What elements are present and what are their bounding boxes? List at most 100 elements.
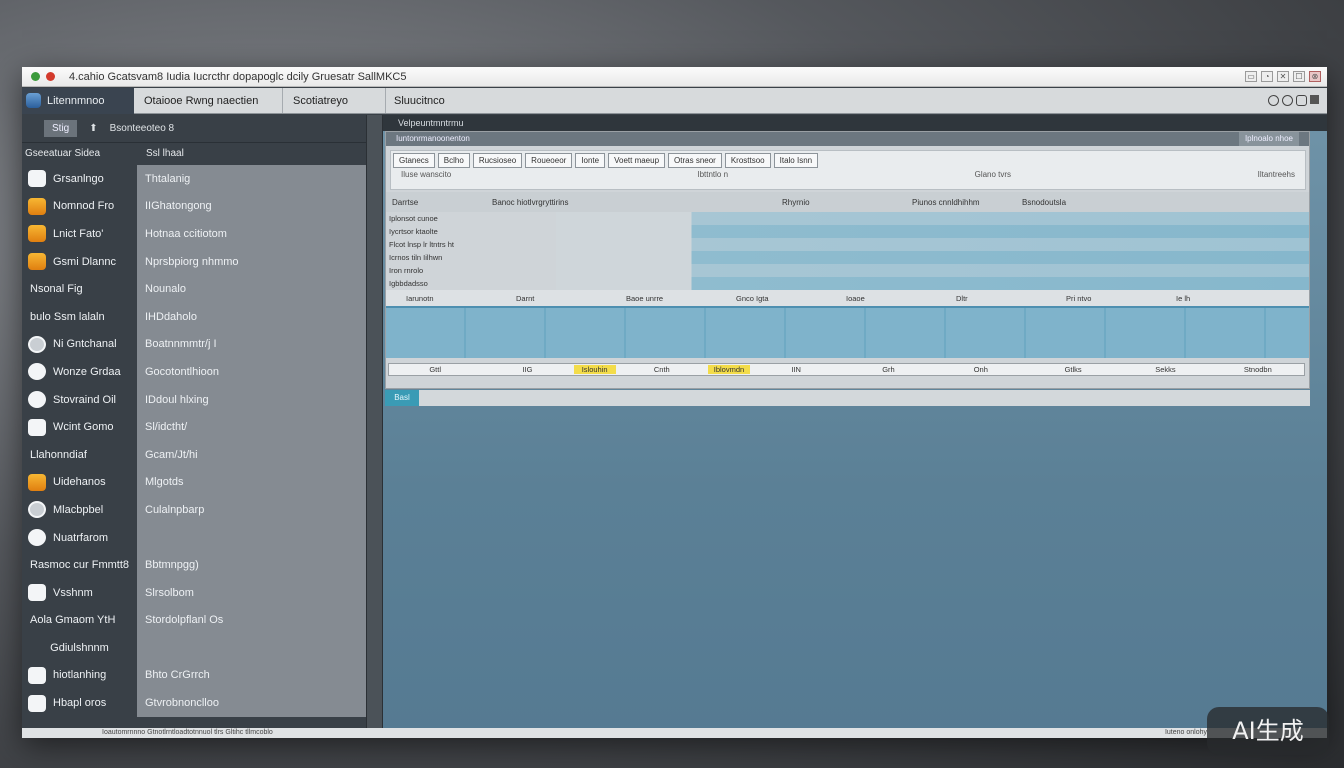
breadcrumb[interactable]: Sluucitnco (386, 95, 445, 107)
table-row[interactable]: Igbbdadsso (386, 277, 1309, 290)
main-topbar: Velpeuntmntrmu (383, 115, 1327, 131)
sidebar-item-value: Thtalanig (137, 165, 366, 193)
sidebar-item-value: Gocotontlhioon (137, 358, 366, 386)
maximize-button[interactable]: ☐ (1293, 71, 1305, 82)
sidebar-item-label: bulo Ssm lalaln (30, 310, 105, 323)
footer-cell[interactable]: Sekks (1119, 365, 1211, 374)
sidebar-item-label: Hbapl oros (53, 697, 107, 710)
item-icon (28, 225, 46, 243)
status-tag[interactable]: Basl (385, 390, 419, 406)
minimize-button[interactable]: ▭ (1245, 71, 1257, 82)
sidebar-item[interactable]: Wcint Gomo Sl/idctht/ (22, 413, 366, 441)
footer-cell[interactable]: Islouhin (573, 365, 616, 374)
sidebar-item[interactable]: Mlacbpbel Culalnpbarp (22, 496, 366, 524)
app-logo[interactable]: Litennmnoo (22, 87, 134, 114)
footer-cell[interactable]: Cnth (616, 365, 708, 374)
table-row[interactable]: Iycrtsor ktaolte (386, 225, 1309, 238)
sidebar-item[interactable]: Nuatrfarom (22, 523, 366, 552)
filter-button[interactable]: Roueoeor (525, 153, 573, 168)
filter-button[interactable]: Bclho (437, 153, 470, 168)
item-icon (28, 253, 46, 271)
footer-cell[interactable]: Iblovmdn (707, 365, 750, 374)
sidebar-col-value[interactable]: Ssl lhaal (138, 148, 184, 159)
sidebar-item[interactable]: Uidehanos Mlgotds (22, 468, 366, 497)
refresh-icon[interactable] (1296, 95, 1307, 106)
sidebar-item[interactable]: bulo Ssm lalaln IHDdaholo (22, 302, 366, 331)
tab-primary[interactable]: Otaiooe Rwng naectien (134, 88, 283, 113)
main-statusbar: Basl (385, 390, 1310, 406)
sidebar-item[interactable]: Nsonal Fig Nounalo (22, 275, 366, 303)
sidebar-item[interactable]: Vsshnm Slrsolbom (22, 578, 366, 607)
table-row[interactable]: Icrnos tiln Iilhwn (386, 251, 1309, 264)
filter-button[interactable]: Otras sneor (668, 153, 722, 168)
sidebar-item-value: Mlgotds (137, 468, 366, 497)
sidebar-item-name-cell: Wcint Gomo (22, 413, 137, 441)
item-icon (28, 584, 46, 602)
row-bar (556, 277, 1309, 290)
help-button[interactable]: ◔ (1261, 71, 1273, 82)
sidebar-col-name[interactable]: Gseeatuar Sidea (22, 148, 138, 159)
footer-cell[interactable]: Onh (935, 365, 1027, 374)
title-bar: 4.cahio Gcatsvam8 Iudia Iucrcthr dopapog… (22, 67, 1327, 87)
sidebar-item-label: Mlacbpbel (53, 503, 104, 516)
sidebar-item-label: Wcint Gomo (53, 421, 114, 434)
upload-icon[interactable]: ⬆ (89, 123, 97, 134)
sidebar-item[interactable]: Lnict Fato' Hotnaa ccitiotom (22, 220, 366, 248)
footer-cell[interactable]: Grh (842, 365, 934, 374)
footer-cell[interactable]: Gtlks (1027, 365, 1119, 374)
close-button[interactable]: ⊗ (1309, 71, 1321, 82)
sidebar-item[interactable]: hiotlanhing Bhto CrGrrch (22, 661, 366, 690)
filter-button[interactable]: Italo Isnn (773, 153, 819, 168)
footer-cell[interactable]: Gttl (389, 365, 481, 374)
sidebar-item-label: Nomnod Fro (53, 200, 115, 213)
logo-icon (26, 93, 41, 108)
table-row[interactable]: Iron rnrolo (386, 264, 1309, 277)
item-icon (28, 694, 46, 712)
row-label: Iron rnrolo (389, 266, 424, 275)
menu-icon[interactable] (1310, 95, 1319, 104)
status-circle-icon[interactable] (1268, 95, 1279, 106)
sidebar-item[interactable]: Nomnod Fro IIGhatongong (22, 192, 366, 221)
filter-button[interactable]: Rucsioseo (472, 153, 523, 168)
sidebar-item[interactable]: Gdiulshnnm (22, 634, 366, 662)
sidebar-tool-button[interactable]: Stig (44, 120, 78, 137)
grid-column-header[interactable]: Rhyrnio (776, 198, 906, 207)
sidebar-item[interactable]: Ni Gntchanal Boatnnmmtr/j I (22, 330, 366, 359)
grid-footer: Gttl IIG Islouhin Cnth Iblovmdn IIN Grh Onh Gtlk… (388, 363, 1305, 376)
footer-cell[interactable]: Stnodbn (1212, 365, 1304, 374)
app-icon (31, 72, 40, 81)
subheader-cell: Gnco Igta (736, 293, 769, 303)
tab-secondary[interactable]: Scotiatreyo (283, 88, 386, 113)
sidebar-item[interactable]: Stovraind Oil IDdoul hlxing (22, 385, 366, 414)
sidebar-item-name-cell: Aola Gmaom YtH (22, 606, 137, 635)
grid-column-header[interactable]: Bsnodoutsla (1016, 198, 1216, 207)
splitter-handle[interactable] (366, 115, 383, 738)
footer-cell[interactable]: IIN (750, 365, 842, 374)
table-row[interactable]: Iplonsot cunoe (386, 212, 1309, 225)
filter-button[interactable]: Voett maeup (608, 153, 666, 168)
settings-circle-icon[interactable] (1282, 95, 1293, 106)
footer-cell[interactable]: IIG (481, 365, 573, 374)
filter-button[interactable]: Krosttsoo (724, 153, 771, 168)
sidebar-item[interactable]: Llahonndiaf Gcam/Jt/hi (22, 440, 366, 469)
sidebar-item[interactable]: Gsmi Dlannc Nprsbpiorg nhmmo (22, 247, 366, 276)
table-row[interactable]: Flcot lnsp lr ltntrs ht (386, 238, 1309, 251)
sidebar-item-name-cell: Rasmoc cur Fmmtt8 (22, 551, 137, 579)
grid-column-header[interactable]: Banoc hiotlvrgryttirins (486, 198, 776, 207)
panel-action-button[interactable]: Iplnoalo nhoe (1238, 132, 1299, 146)
sidebar-item-value: IIGhatongong (137, 192, 366, 221)
sidebar-item[interactable]: Aola Gmaom YtH Stordolpflanl Os (22, 606, 366, 635)
grid-column-header[interactable]: Piunos cnnldhihhm (906, 198, 1016, 207)
sidebar-item[interactable]: Grsanlngo Thtalanig (22, 165, 366, 193)
sidebar-item[interactable]: Wonze Grdaa Gocotontlhioon (22, 358, 366, 386)
filter-sublabel: Glano tvrs (974, 170, 1012, 179)
sidebar-item-label: Aola Gmaom YtH (30, 614, 116, 627)
close-tab-button[interactable]: ✕ (1277, 71, 1289, 82)
grid-column-header[interactable]: Darrtse (386, 198, 486, 207)
filter-button[interactable]: Ionte (575, 153, 606, 168)
sidebar-item-value (137, 523, 366, 552)
sidebar-item[interactable]: Hbapl oros Gtvrobnonclloo (22, 689, 366, 717)
filter-button[interactable]: Gtanecs (393, 153, 435, 168)
sidebar-item[interactable]: Rasmoc cur Fmmtt8 Bbtmnpgg) (22, 551, 366, 579)
subheader-cell: Iarunotn (406, 293, 434, 303)
